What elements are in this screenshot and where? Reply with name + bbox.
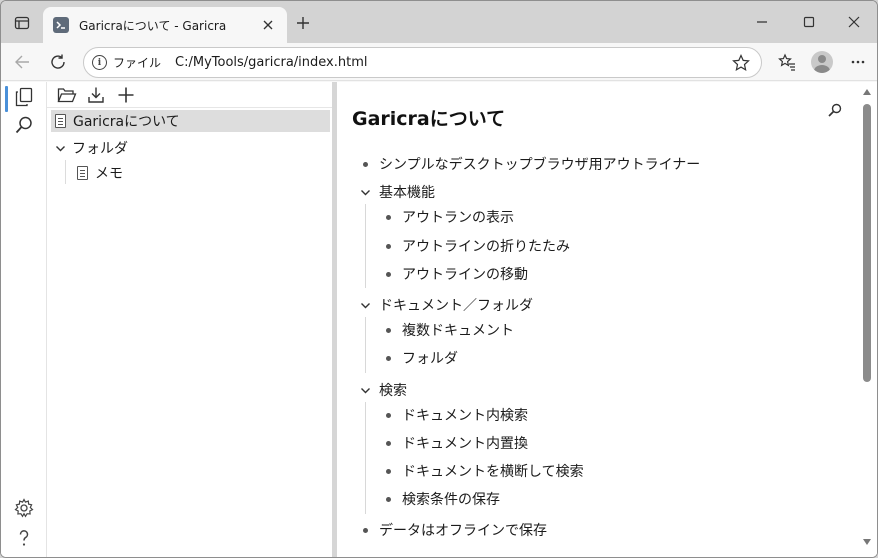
terminal-favicon-icon	[53, 17, 69, 33]
favorite-star-icon[interactable]	[731, 53, 751, 73]
close-tab-icon[interactable]	[257, 14, 279, 36]
outline-item[interactable]: ドキュメント内置換	[382, 432, 528, 454]
tab-bar: Garicraについて - Garicra	[1, 1, 877, 43]
scroll-up-arrow-icon[interactable]	[862, 88, 872, 96]
outline-item[interactable]: フォルダ	[382, 347, 458, 369]
bullet-icon	[386, 440, 391, 446]
tab-title: Garicraについて - Garicra	[79, 18, 227, 33]
outline-item[interactable]: アウトランの表示	[382, 206, 514, 228]
search-icon[interactable]	[825, 100, 845, 120]
more-menu-icon[interactable]	[843, 47, 873, 77]
bullet-icon	[386, 412, 391, 418]
vertical-scrollbar[interactable]	[859, 82, 877, 557]
outline-indent-guide	[365, 204, 366, 288]
outline-item-collapsible[interactable]: 検索	[359, 379, 407, 401]
back-arrow-icon[interactable]	[7, 47, 37, 77]
outline-item-text[interactable]: ドキュメントを横断して検索	[402, 461, 584, 481]
search-icon[interactable]	[11, 112, 37, 138]
bullet-icon	[386, 355, 391, 361]
sidebar-toolbar	[47, 82, 333, 108]
document-icon	[77, 166, 88, 180]
outline-item-text[interactable]: 基本機能	[379, 182, 435, 202]
outline-item[interactable]: アウトラインの折りたたみ	[382, 235, 570, 257]
tab-actions-icon[interactable]	[9, 10, 35, 36]
info-icon[interactable]: i	[92, 55, 107, 70]
tree-item-folder[interactable]: フォルダ	[51, 137, 128, 159]
maximize-icon[interactable]	[786, 7, 832, 37]
activity-bar	[1, 82, 47, 557]
browser-window: Garicraについて - Garicra i ファイル C:/MyTools/…	[0, 0, 878, 558]
outline-item[interactable]: シンプルなデスクトップブラウザ用アウトライナー	[359, 153, 700, 175]
download-icon[interactable]	[85, 84, 107, 106]
bullet-icon	[386, 496, 391, 502]
bullet-icon	[386, 214, 391, 220]
chevron-down-icon[interactable]	[359, 186, 372, 199]
outline-item-text[interactable]: 検索条件の保存	[402, 489, 500, 509]
bullet-icon	[363, 527, 368, 533]
outline-editor: Garicraについて シンプルなデスクトップブラウザ用アウトライナー 基本機能…	[337, 82, 877, 557]
refresh-icon[interactable]	[43, 47, 73, 77]
chevron-down-icon[interactable]	[359, 384, 372, 397]
outline-item-text[interactable]: ドキュメント／フォルダ	[379, 295, 533, 315]
page-content: Garicraについて フォルダ メモ Garicraについて シンプルなデスク…	[1, 82, 877, 557]
chevron-down-icon[interactable]	[359, 299, 372, 312]
outline-item-text[interactable]: アウトランの表示	[402, 207, 514, 227]
bullet-icon	[386, 243, 391, 249]
outline-item-text[interactable]: アウトラインの折りたたみ	[402, 236, 570, 256]
page-title: Garicraについて	[352, 108, 506, 130]
browser-tab-active[interactable]: Garicraについて - Garicra	[43, 7, 287, 43]
outline-indent-guide	[365, 402, 366, 514]
bullet-icon	[363, 161, 368, 167]
outline-item-text[interactable]: ドキュメント内検索	[402, 405, 528, 425]
tree-item-document[interactable]: メモ	[77, 162, 123, 184]
outline-item-collapsible[interactable]: 基本機能	[359, 181, 435, 203]
scrollbar-thumb[interactable]	[863, 104, 871, 382]
avatar	[811, 51, 833, 73]
open-folder-icon[interactable]	[56, 84, 78, 106]
outline-item-collapsible[interactable]: ドキュメント／フォルダ	[359, 294, 533, 316]
outline-item-text[interactable]: 複数ドキュメント	[402, 320, 514, 340]
document-sidebar: Garicraについて フォルダ メモ	[47, 82, 333, 557]
outline-item-text[interactable]: ドキュメント内置換	[402, 433, 528, 453]
profile-avatar[interactable]	[807, 47, 837, 77]
favorites-icon[interactable]	[772, 47, 802, 77]
tree-item-label: フォルダ	[72, 141, 128, 157]
outline-item-text[interactable]: アウトラインの移動	[402, 264, 528, 284]
outline-indent-guide	[365, 317, 366, 373]
minimize-icon[interactable]	[739, 7, 785, 37]
help-icon[interactable]	[11, 525, 37, 551]
outline-item-text[interactable]: シンプルなデスクトップブラウザ用アウトライナー	[379, 154, 700, 174]
outline-item[interactable]: アウトラインの移動	[382, 263, 528, 285]
outline-item-text[interactable]: データはオフラインで保存	[379, 520, 547, 540]
outline-item-text[interactable]: 検索	[379, 380, 407, 400]
documents-icon[interactable]	[11, 84, 37, 110]
document-icon	[55, 114, 66, 128]
new-tab-icon[interactable]	[291, 11, 315, 35]
address-toolbar: i ファイル C:/MyTools/garicra/index.html	[1, 43, 877, 81]
tree-indent-guide	[65, 160, 66, 184]
scroll-down-arrow-icon[interactable]	[862, 538, 872, 546]
active-view-indicator	[5, 86, 8, 112]
url-scheme-label: ファイル	[113, 56, 162, 70]
outline-item[interactable]: ドキュメントを横断して検索	[382, 460, 584, 482]
outline-item[interactable]: 検索条件の保存	[382, 488, 500, 510]
outline-item-text[interactable]: フォルダ	[402, 348, 458, 368]
tree-item-label: Garicraについて	[73, 114, 180, 130]
outline-item[interactable]: データはオフラインで保存	[359, 519, 547, 541]
bullet-icon	[386, 327, 391, 333]
tree-item-document[interactable]: Garicraについて	[51, 110, 330, 132]
add-icon[interactable]	[115, 84, 137, 106]
tree-item-label: メモ	[95, 166, 123, 182]
bullet-icon	[386, 271, 391, 277]
outline-item[interactable]: ドキュメント内検索	[382, 404, 528, 426]
outline-item[interactable]: 複数ドキュメント	[382, 319, 514, 341]
chevron-down-icon[interactable]	[54, 142, 66, 154]
address-bar[interactable]: i ファイル C:/MyTools/garicra/index.html	[83, 47, 762, 78]
bullet-icon	[386, 468, 391, 474]
close-window-icon[interactable]	[831, 7, 877, 37]
url-text[interactable]: C:/MyTools/garicra/index.html	[175, 55, 731, 70]
settings-icon[interactable]	[11, 495, 37, 521]
